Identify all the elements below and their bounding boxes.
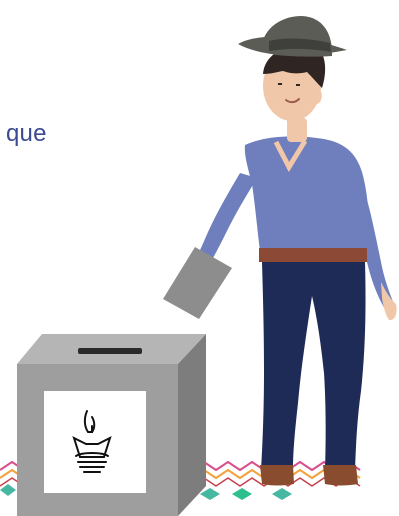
voting-illustration [0, 16, 397, 516]
ballot-paper-icon [163, 247, 232, 319]
illustration-stage: que [0, 0, 399, 516]
ballot-box-icon [17, 334, 206, 516]
